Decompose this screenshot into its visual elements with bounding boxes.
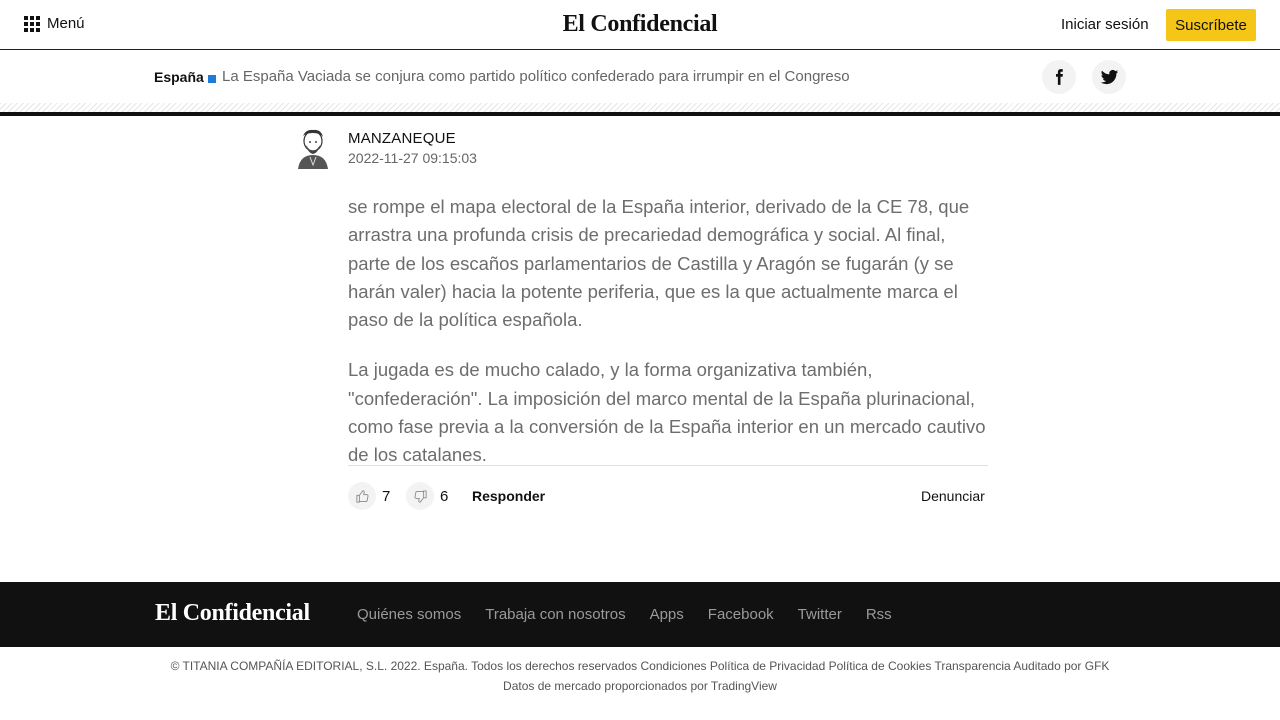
login-link[interactable]: Iniciar sesión <box>1061 16 1149 33</box>
top-header: Menú El Confidencial Iniciar sesión Susc… <box>0 0 1280 50</box>
thumbs-up-icon <box>355 489 368 503</box>
subscribe-button[interactable]: Suscríbete <box>1166 9 1256 41</box>
thick-divider <box>0 112 1280 116</box>
menu-button[interactable]: Menú <box>24 15 85 32</box>
section-tag[interactable]: España <box>154 69 204 85</box>
hatched-divider <box>0 103 1280 112</box>
grid-menu-icon <box>24 15 40 32</box>
thumbs-down-icon <box>414 489 427 503</box>
footer-link-about[interactable]: Quiénes somos <box>357 606 461 623</box>
site-logo[interactable]: El Confidencial <box>563 11 718 37</box>
facebook-icon <box>1056 69 1063 85</box>
twitter-share-button[interactable] <box>1092 60 1126 94</box>
comment-divider <box>348 465 988 466</box>
legal-notice: © TITANIA COMPAÑÍA EDITORIAL, S.L. 2022.… <box>0 656 1280 696</box>
footer-link-jobs[interactable]: Trabaja con nosotros <box>485 606 625 623</box>
footer: El Confidencial Quiénes somos Trabaja co… <box>0 582 1280 647</box>
article-title[interactable]: La España Vaciada se conjura como partid… <box>222 68 850 85</box>
facebook-share-button[interactable] <box>1042 60 1076 94</box>
legal-line: © TITANIA COMPAÑÍA EDITORIAL, S.L. 2022.… <box>170 659 1110 673</box>
comment-body: se rompe el mapa electoral de la España … <box>348 193 990 492</box>
menu-label: Menú <box>47 15 85 32</box>
comment-author[interactable]: MANZANEQUE <box>348 130 456 147</box>
footer-links: Quiénes somos Trabaja con nosotros Apps … <box>357 606 892 623</box>
comment-paragraph: se rompe el mapa electoral de la España … <box>348 196 970 331</box>
twitter-icon <box>1100 69 1118 84</box>
like-count: 7 <box>382 488 391 505</box>
footer-link-apps[interactable]: Apps <box>650 606 684 623</box>
avatar <box>294 127 332 169</box>
comment-paragraph: La jugada es de mucho calado, y la forma… <box>348 359 986 466</box>
like-button[interactable] <box>348 482 376 510</box>
market-data-line: Datos de mercado proporcionados por Trad… <box>503 679 777 693</box>
section-square-icon <box>208 75 216 83</box>
comment-date: 2022-11-27 09:15:03 <box>348 150 477 166</box>
footer-link-rss[interactable]: Rss <box>866 606 892 623</box>
footer-link-facebook[interactable]: Facebook <box>708 606 774 623</box>
report-button[interactable]: Denunciar <box>921 488 985 504</box>
dislike-count: 6 <box>440 488 449 505</box>
footer-logo[interactable]: El Confidencial <box>155 600 310 627</box>
article-bar: España La España Vaciada se conjura como… <box>0 51 1280 103</box>
dislike-button[interactable] <box>406 482 434 510</box>
footer-link-twitter[interactable]: Twitter <box>798 606 842 623</box>
reply-button[interactable]: Responder <box>472 488 545 504</box>
